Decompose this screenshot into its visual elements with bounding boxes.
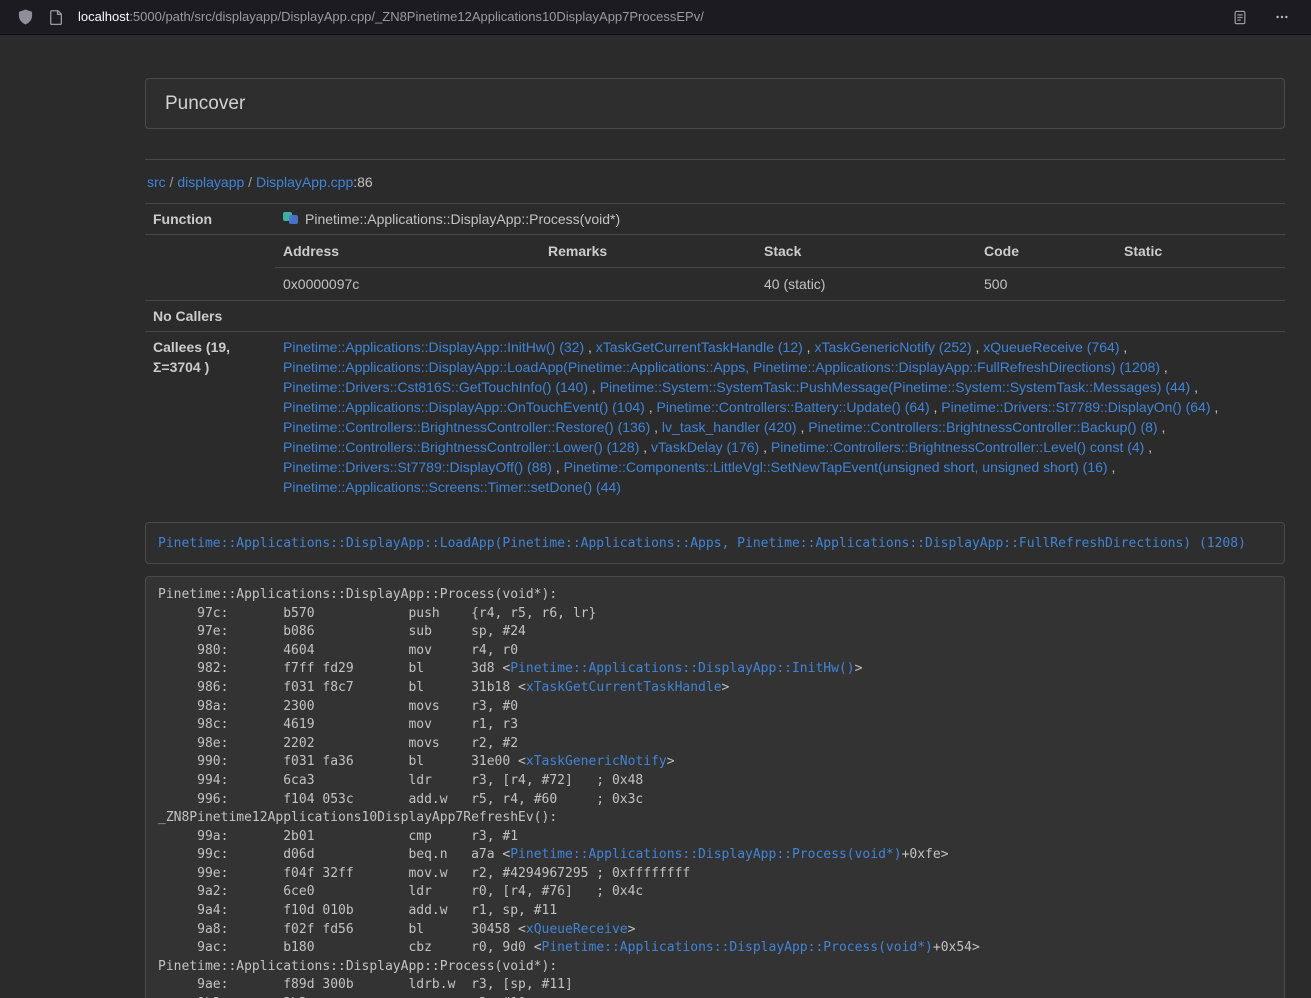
stats-header-row: Address Remarks Stack Code Static	[275, 235, 1285, 268]
code-symbol-link[interactable]: Pinetime::Applications::DisplayApp::Proc…	[510, 847, 901, 862]
callee-link[interactable]: Pinetime::Controllers::BrightnessControl…	[771, 439, 1144, 455]
stats-header-static: Static	[1116, 235, 1285, 268]
url-path: :5000/path/src/displayapp/DisplayApp.cpp…	[129, 9, 704, 24]
callee-separator: ,	[803, 339, 815, 355]
function-label: Function	[145, 203, 275, 234]
stats-header-stack: Stack	[756, 235, 976, 268]
code-symbol-link[interactable]: xTaskGetCurrentTaskHandle	[526, 680, 722, 695]
callee-separator: ,	[552, 459, 564, 475]
chrome-toolbar-right	[1231, 8, 1297, 26]
callee-link[interactable]: Pinetime::Drivers::St7789::DisplayOff() …	[283, 459, 552, 475]
breadcrumb-link-src[interactable]: src	[147, 174, 166, 190]
callee-separator: ,	[1108, 459, 1116, 475]
callee-link[interactable]: Pinetime::Applications::DisplayApp::OnTo…	[283, 399, 645, 415]
callee-link[interactable]: lv_task_handler (420)	[662, 419, 797, 435]
callee-separator: ,	[1144, 439, 1152, 455]
callee-link[interactable]: Pinetime::Applications::DisplayApp::Load…	[283, 359, 1160, 375]
callee-separator: ,	[1158, 419, 1166, 435]
stats-cell: Address Remarks Stack Code Static 0x0000…	[275, 234, 1285, 300]
stats-code-value: 500	[976, 267, 1116, 300]
callee-separator: ,	[1211, 399, 1219, 415]
callee-separator: ,	[650, 419, 662, 435]
stats-table: Address Remarks Stack Code Static 0x0000…	[275, 235, 1285, 300]
callee-separator: ,	[645, 399, 657, 415]
callee-link[interactable]: Pinetime::Controllers::BrightnessControl…	[283, 419, 650, 435]
callee-separator: ,	[1119, 339, 1127, 355]
function-name-cell: Pinetime::Applications::DisplayApp::Proc…	[275, 203, 1285, 234]
breadcrumb: src / displayapp / DisplayApp.cpp:86	[147, 173, 1285, 193]
callee-link[interactable]: Pinetime::Controllers::BrightnessControl…	[283, 439, 639, 455]
stats-remarks-value	[540, 267, 756, 300]
callees-row: Callees (19, Σ=3704 ) Pinetime::Applicat…	[145, 331, 1285, 502]
callee-separator: ,	[759, 439, 771, 455]
function-name: Pinetime::Applications::DisplayApp::Proc…	[305, 211, 620, 227]
snippet-link[interactable]: Pinetime::Applications::DisplayApp::Load…	[158, 536, 1246, 551]
page-info-icon[interactable]	[47, 8, 65, 26]
breadcrumb-link-file[interactable]: DisplayApp.cpp	[256, 174, 353, 190]
callees-cell: Pinetime::Applications::DisplayApp::Init…	[275, 331, 1285, 502]
callee-separator: ,	[588, 379, 600, 395]
callee-link[interactable]: Pinetime::Applications::DisplayApp::Init…	[283, 339, 584, 355]
breadcrumb-line-number: :86	[353, 174, 372, 190]
callee-separator: ,	[639, 439, 651, 455]
browser-chrome: localhost:5000/path/src/displayapp/Displ…	[0, 0, 1311, 35]
callee-separator: ,	[1160, 359, 1168, 375]
code-symbol-link[interactable]: Pinetime::Applications::DisplayApp::Proc…	[542, 940, 933, 955]
stats-static-value	[1116, 267, 1285, 300]
callee-link[interactable]: xTaskGetCurrentTaskHandle (12)	[596, 339, 803, 355]
app-header-panel: Puncover	[145, 78, 1285, 129]
callee-link[interactable]: Pinetime::Applications::Screens::Timer::…	[283, 479, 621, 495]
callee-separator: ,	[1190, 379, 1198, 395]
code-symbol-link[interactable]: xQueueReceive	[526, 922, 628, 937]
callee-link[interactable]: xTaskGenericNotify (252)	[814, 339, 971, 355]
url-host: localhost	[78, 9, 129, 24]
no-callers-row: No Callers	[145, 300, 1285, 331]
breadcrumb-separator: /	[244, 174, 256, 190]
function-table: Function Pinetime::Applications::Display…	[145, 203, 1285, 502]
stats-row-spacer	[145, 234, 275, 300]
divider	[145, 159, 1285, 160]
stats-address-value: 0x0000097c	[275, 267, 540, 300]
snippet-panel: Pinetime::Applications::DisplayApp::Load…	[145, 522, 1285, 564]
stats-row-container: Address Remarks Stack Code Static 0x0000…	[145, 234, 1285, 300]
breadcrumb-separator: /	[166, 174, 178, 190]
callee-separator: ,	[930, 399, 942, 415]
code-symbol-link[interactable]: Pinetime::Applications::DisplayApp::Init…	[510, 661, 854, 676]
breadcrumb-link-displayapp[interactable]: displayapp	[177, 174, 244, 190]
function-row: Function Pinetime::Applications::Display…	[145, 203, 1285, 234]
callee-link[interactable]: Pinetime::Controllers::Battery::Update()…	[657, 399, 930, 415]
function-icon	[283, 210, 299, 223]
url-bar[interactable]: localhost:5000/path/src/displayapp/Displ…	[78, 8, 704, 27]
app-title: Puncover	[146, 79, 1284, 128]
callee-link[interactable]: Pinetime::System::SystemTask::PushMessag…	[600, 379, 1191, 395]
callees-label: Callees (19, Σ=3704 )	[145, 331, 275, 502]
reader-mode-icon[interactable]	[1231, 8, 1249, 26]
more-menu-icon[interactable]	[1273, 8, 1291, 26]
stats-value-row: 0x0000097c 40 (static) 500	[275, 267, 1285, 300]
code-symbol-link[interactable]: xTaskGenericNotify	[526, 754, 667, 769]
callee-link[interactable]: Pinetime::Controllers::BrightnessControl…	[808, 419, 1157, 435]
callee-link[interactable]: Pinetime::Drivers::St7789::DisplayOn() (…	[941, 399, 1210, 415]
callee-link[interactable]: Pinetime::Drivers::Cst816S::GetTouchInfo…	[283, 379, 588, 395]
callee-separator: ,	[584, 339, 596, 355]
stats-header-remarks: Remarks	[540, 235, 756, 268]
stats-stack-value: 40 (static)	[756, 267, 976, 300]
callee-separator: ,	[972, 339, 984, 355]
callees-list: Pinetime::Applications::DisplayApp::Init…	[283, 337, 1277, 497]
callee-link[interactable]: xQueueReceive (764)	[983, 339, 1119, 355]
callee-separator: ,	[797, 419, 809, 435]
no-callers-label: No Callers	[145, 300, 275, 331]
callee-link[interactable]: vTaskDelay (176)	[651, 439, 759, 455]
callee-link[interactable]: Pinetime::Components::LittleVgl::SetNewT…	[564, 459, 1108, 475]
stats-header-address: Address	[275, 235, 540, 268]
main-content: Puncover src / displayapp / DisplayApp.c…	[145, 35, 1285, 998]
no-callers-cell	[275, 300, 1285, 331]
disassembly-code: Pinetime::Applications::DisplayApp::Proc…	[145, 576, 1285, 998]
shield-icon[interactable]	[16, 8, 34, 26]
stats-header-code: Code	[976, 235, 1116, 268]
